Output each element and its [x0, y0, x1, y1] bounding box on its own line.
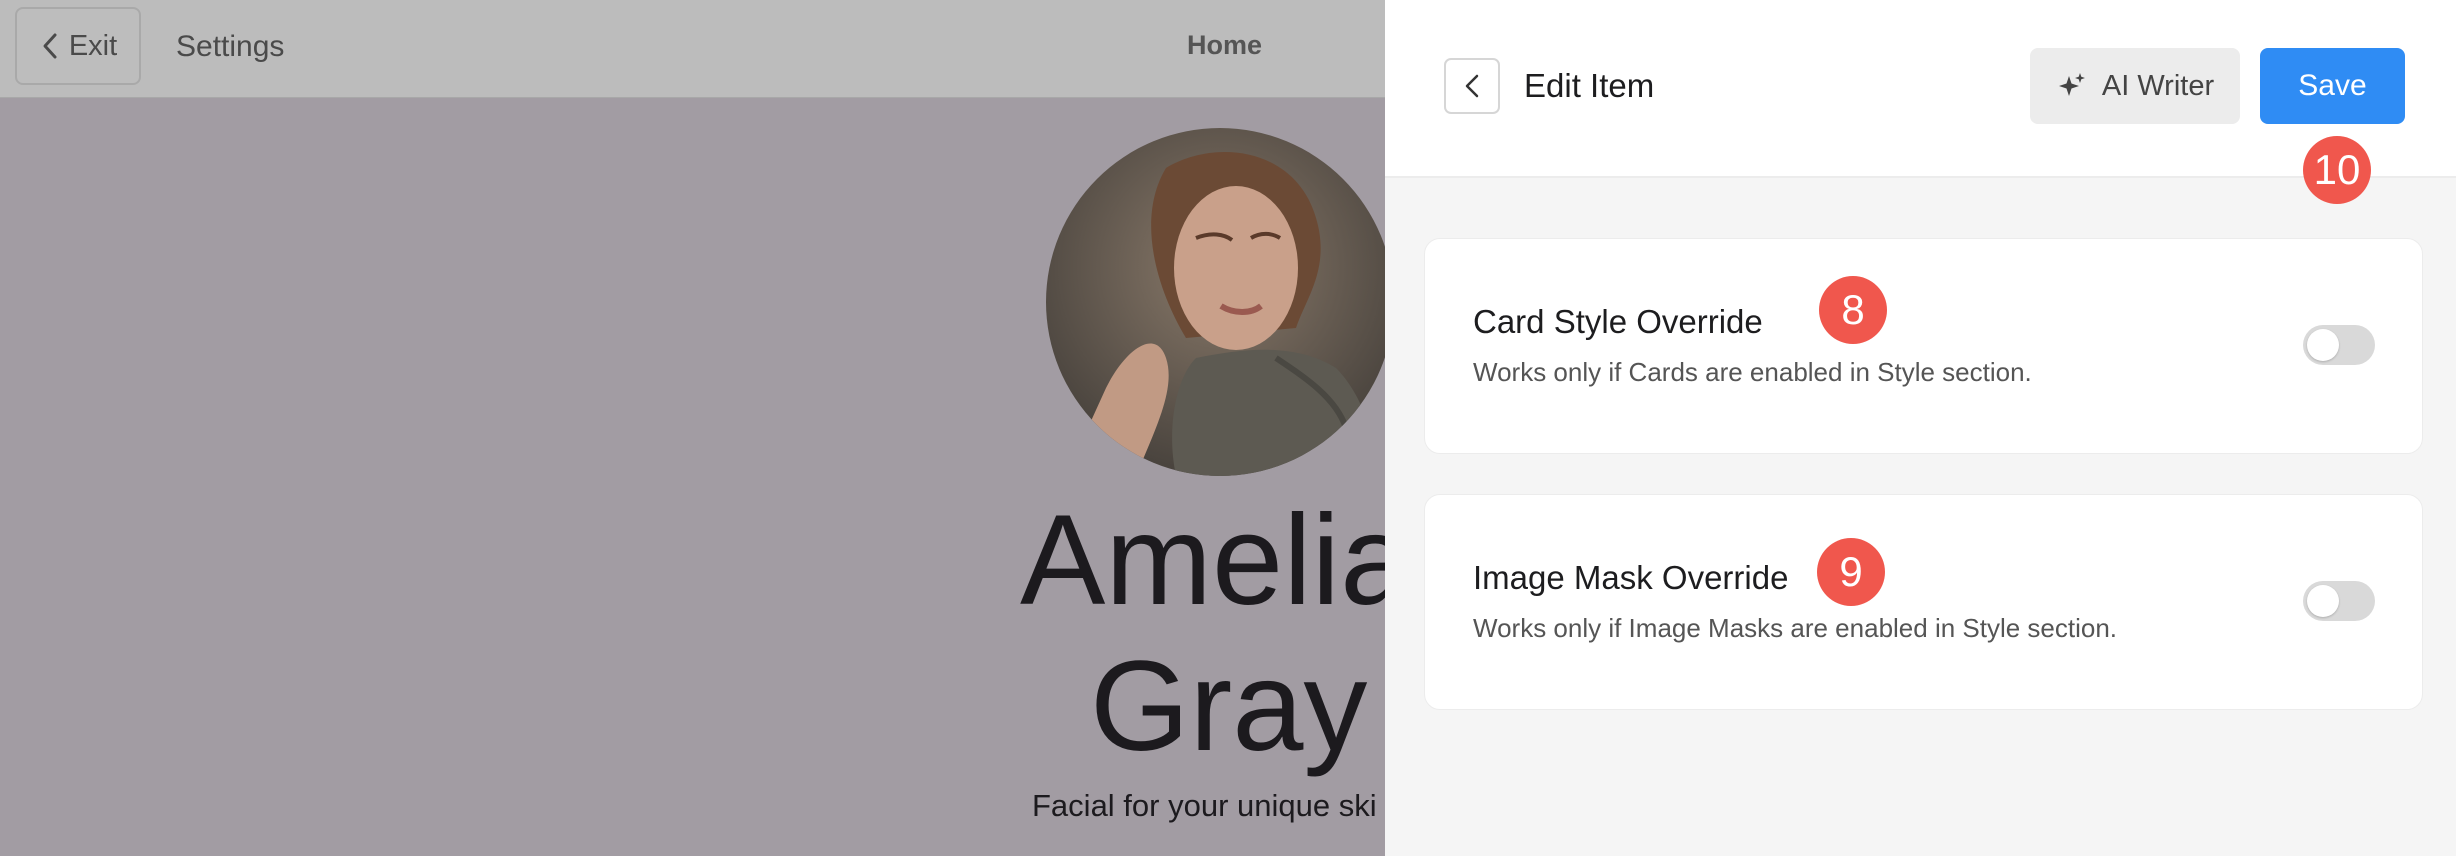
image-mask-override-toggle[interactable] — [2303, 581, 2375, 621]
ai-writer-button[interactable]: AI Writer — [2030, 48, 2240, 124]
panel-header: Edit Item AI Writer Save 10 — [1385, 0, 2456, 204]
image-mask-override-title: Image Mask Override — [1473, 559, 1789, 596]
site-preview: Amelia Gray Facial for your unique ski — [0, 98, 1385, 856]
step-badge-9: 9 — [1817, 538, 1885, 606]
portrait-image — [1046, 128, 1385, 476]
card-style-override-toggle[interactable] — [2303, 325, 2375, 365]
toggle-knob — [2307, 585, 2339, 617]
image-mask-override-description: Works only if Image Masks are enabled in… — [1473, 613, 2118, 643]
back-button[interactable] — [1444, 58, 1500, 114]
hero-name-line1: Amelia — [1020, 489, 1385, 632]
panel-title: Edit Item — [1524, 67, 1655, 104]
card-style-override-card: Card Style Override Works only if Cards … — [1424, 238, 2423, 454]
home-nav-link[interactable]: Home — [1187, 30, 1262, 61]
toggle-knob — [2307, 329, 2339, 361]
image-mask-override-card: Image Mask Override Works only if Image … — [1424, 494, 2423, 710]
exit-label: Exit — [68, 29, 118, 62]
profile-photo — [1046, 128, 1385, 476]
settings-link[interactable]: Settings — [176, 30, 284, 64]
card-style-override-title: Card Style Override — [1473, 303, 1763, 340]
chevron-left-icon — [43, 33, 57, 59]
step-badge-10: 10 — [2303, 136, 2371, 204]
hero-name-line2: Gray — [1090, 635, 1368, 778]
ai-writer-label: AI Writer — [2101, 69, 2215, 102]
editor-topbar: Exit Settings Home — [0, 0, 1385, 98]
hero-name: Amelia Gray — [1020, 488, 1385, 780]
edit-item-panel: Edit Item AI Writer Save 10 Card Style O… — [1385, 0, 2456, 856]
chevron-left-icon — [1465, 74, 1479, 98]
card-style-override-description: Works only if Cards are enabled in Style… — [1473, 357, 2032, 387]
exit-button[interactable]: Exit — [15, 7, 141, 85]
save-button[interactable]: Save — [2260, 48, 2405, 124]
hero-tagline: Facial for your unique ski — [1032, 788, 1377, 823]
sparkle-icon — [2058, 73, 2085, 96]
step-badge-8: 8 — [1819, 276, 1887, 344]
